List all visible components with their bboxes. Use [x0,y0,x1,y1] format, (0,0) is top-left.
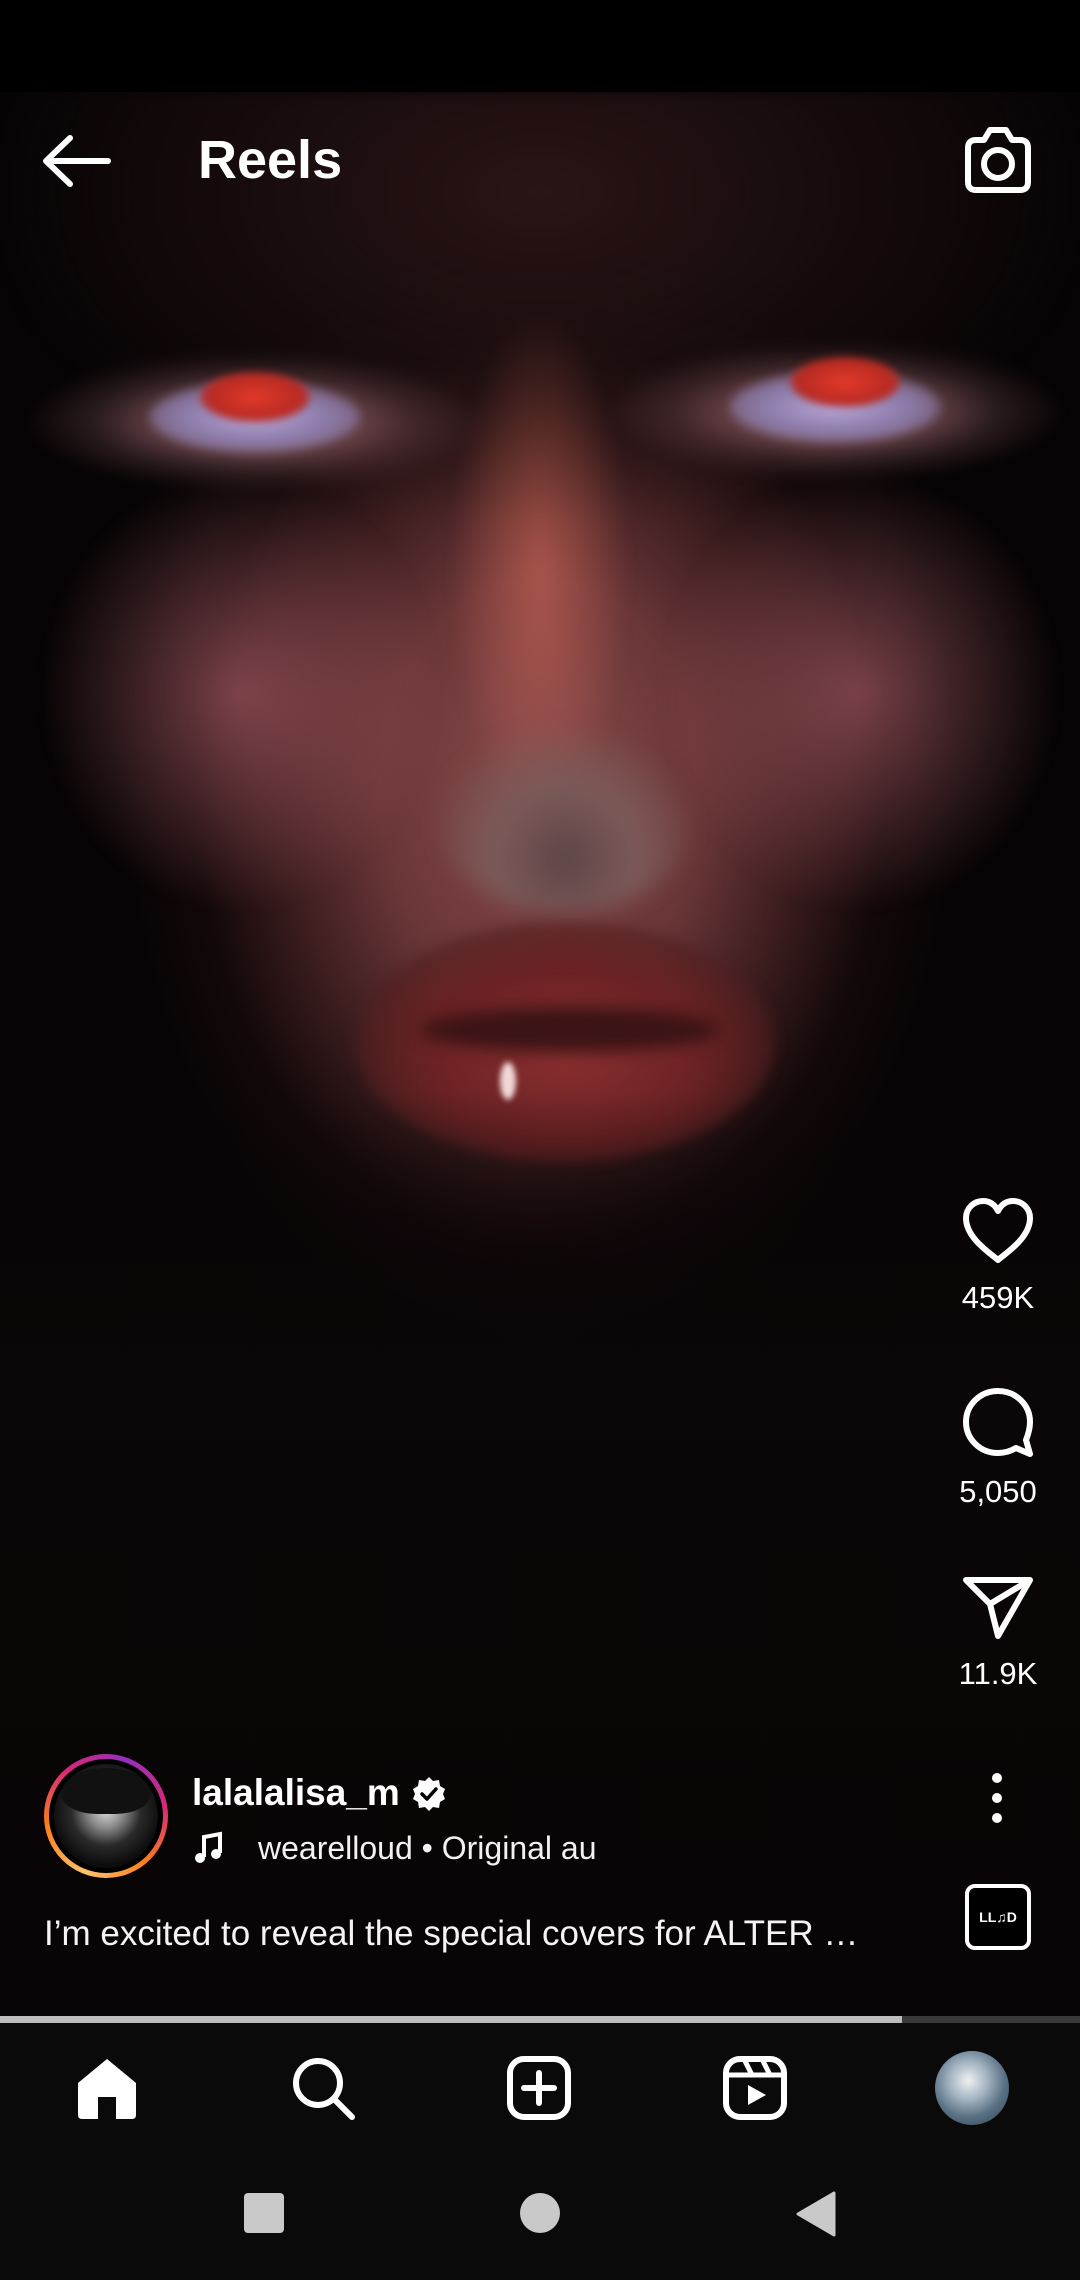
audio-label: wearelloud • Original au [258,1829,597,1866]
share-action[interactable]: 11.9K [928,1574,1068,1692]
camera-button[interactable] [958,120,1038,200]
create-icon [507,2056,571,2120]
nav-create[interactable] [504,2053,574,2123]
like-count: 459K [961,1280,1035,1315]
verified-badge-icon [413,1777,445,1811]
search-icon [293,2058,355,2120]
bottom-navigation [0,2023,1080,2153]
home-circle-icon[interactable] [518,2191,562,2235]
reels-icon [723,2056,787,2120]
heart-icon [963,1198,1033,1263]
post-caption[interactable]: I’m excited to reveal the special covers… [44,1912,934,1956]
like-action[interactable]: 459K [928,1196,1068,1316]
author-username[interactable]: lalalalisa_m [192,1770,400,1816]
audio-link[interactable]: wearelloud • Original au [192,1826,597,1870]
send-icon [963,1577,1033,1639]
page-title: Reels [198,130,343,190]
nav-profile-avatar[interactable] [935,2051,1009,2125]
back-button[interactable] [38,130,118,192]
reel-video[interactable] [0,92,1080,2022]
playback-progress[interactable] [0,2016,1080,2023]
system-navigation-bar [0,2153,1080,2280]
nav-home[interactable] [72,2053,142,2123]
audio-thumbnail[interactable]: LL♫D [965,1884,1031,1950]
audio-thumb-label: LL♫D [979,1909,1017,1925]
comment-bubble-icon [963,1388,1033,1457]
nav-search[interactable] [288,2053,358,2123]
back-triangle-icon[interactable] [794,2191,838,2237]
recents-square-icon[interactable] [242,2191,286,2235]
share-count: 11.9K [958,1656,1038,1691]
comment-action[interactable]: 5,050 [928,1384,1068,1510]
music-note-icon [195,1831,222,1863]
status-bar [0,0,1080,92]
playback-progress-fill [0,2016,902,2023]
reels-header: Reels [0,100,1080,220]
more-vertical-icon [992,1773,1002,1823]
author-avatar[interactable] [44,1754,168,1878]
camera-icon [965,127,1031,193]
home-icon [78,2059,136,2119]
comment-count: 5,050 [959,1474,1037,1509]
more-options-button[interactable] [974,1768,1020,1828]
reels-screen: Reels 459K 5,050 11.9K lalalalisa_m wear… [0,0,1080,2280]
nav-reels[interactable] [720,2053,790,2123]
arrow-left-icon [43,135,111,187]
